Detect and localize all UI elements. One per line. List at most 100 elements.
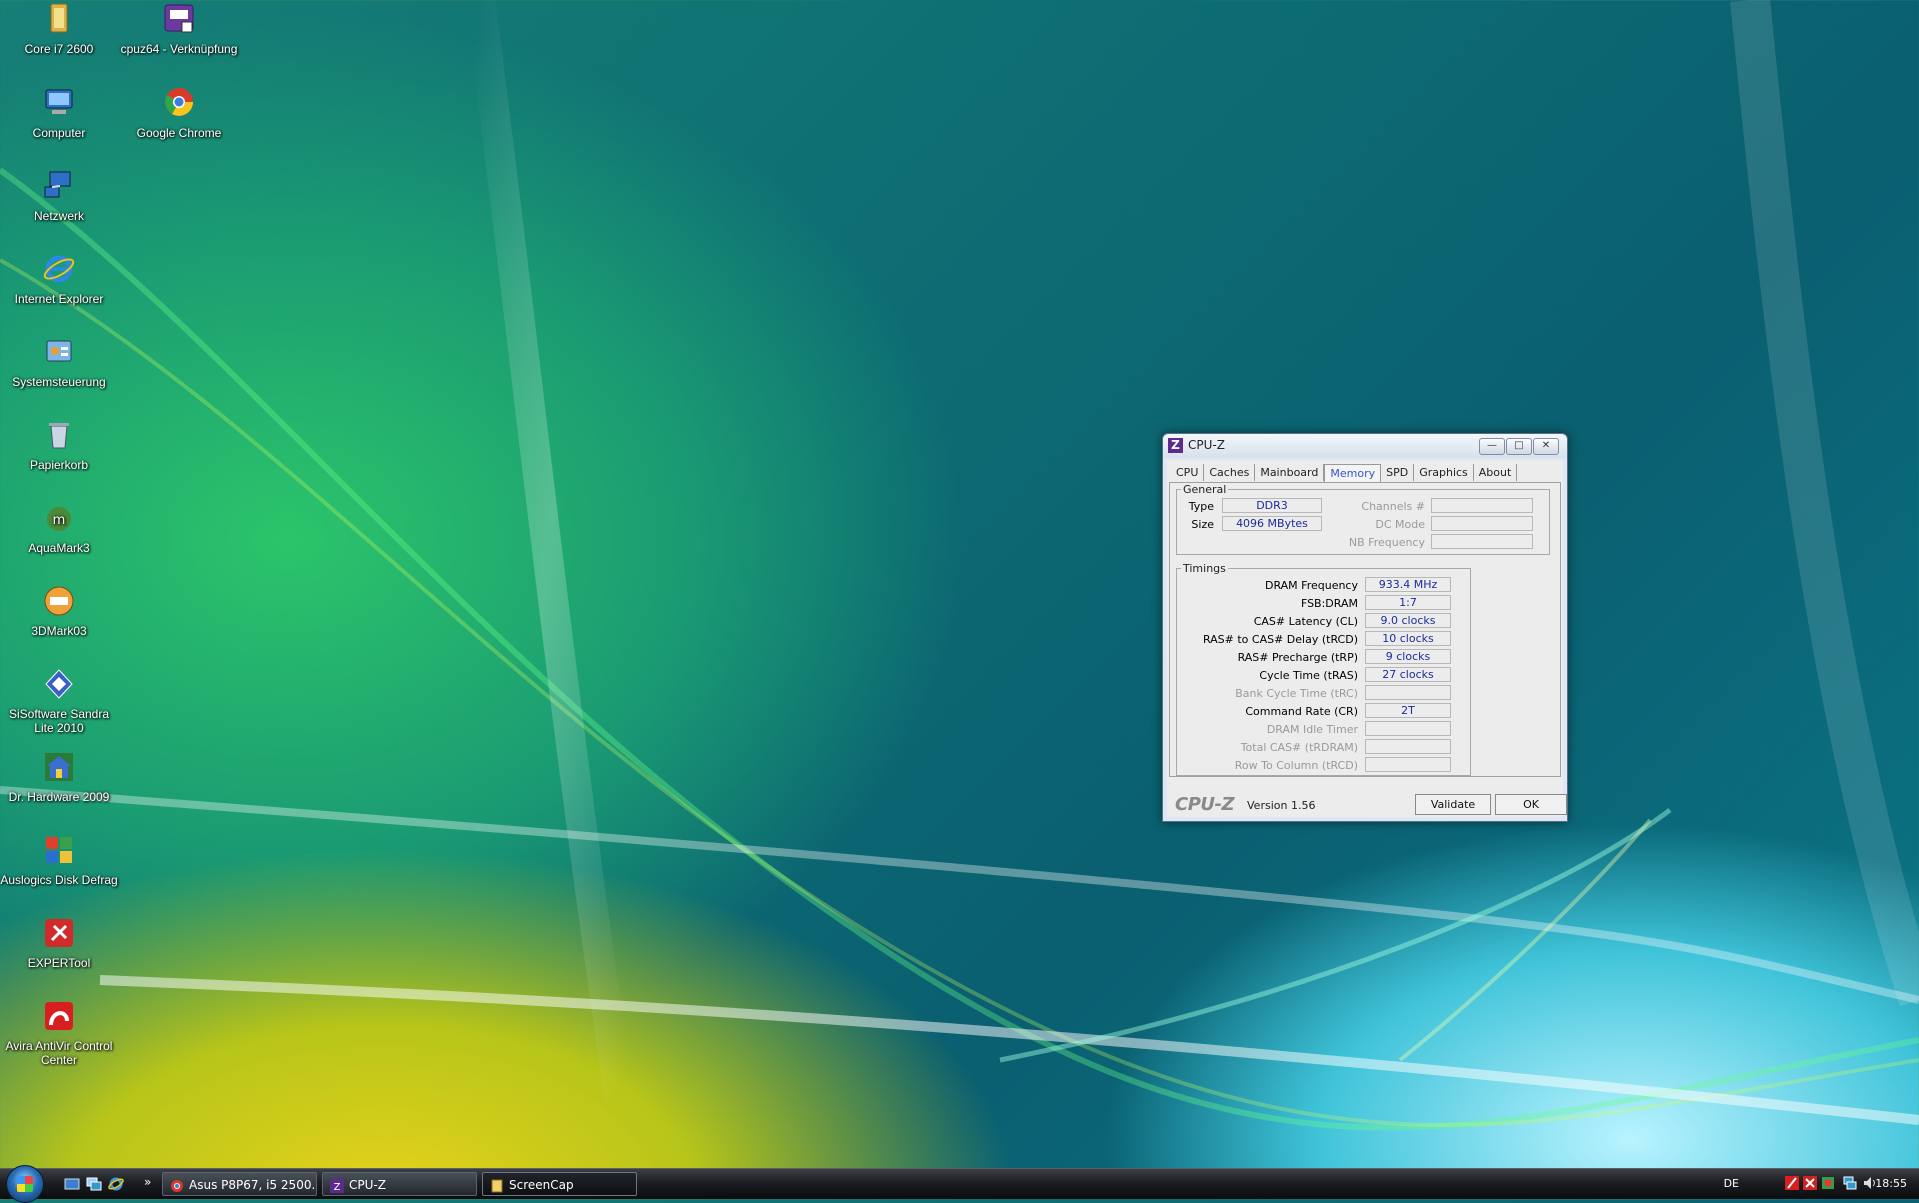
dc-mode-value	[1431, 516, 1533, 531]
desktop-icon-aquamark3[interactable]: m AquaMark3	[0, 501, 118, 555]
desktop-icon-label: Google Chrome	[136, 126, 222, 140]
taskbar-item-label: Asus P8P67, i5 2500...	[189, 1178, 317, 1192]
maximize-icon: □	[1514, 440, 1524, 451]
channels-label: Channels #	[1361, 500, 1425, 513]
desktop-icon-3dmark03[interactable]: 3DMark03	[0, 584, 118, 638]
timing-value-row-to-column	[1365, 757, 1451, 772]
desktop-icon-computer[interactable]: Computer	[0, 86, 118, 140]
desktop-icon-netzwerk[interactable]: Netzwerk	[0, 169, 118, 223]
taskbar: » Asus P8P67, i5 2500... Z CPU-Z ScreenC…	[0, 1165, 1919, 1203]
tab-graphics[interactable]: Graphics	[1414, 464, 1474, 481]
ok-button[interactable]: OK	[1495, 794, 1567, 815]
desktop-icon-internet-explorer[interactable]: Internet Explorer	[0, 252, 118, 306]
desktop-icon-sisoftware-sandra[interactable]: SiSoftware Sandra Lite 2010	[0, 667, 118, 735]
cpuz-app-icon: Z	[1168, 438, 1183, 453]
timing-label-bank-cycle: Bank Cycle Time (tRC)	[1235, 687, 1358, 700]
title-bar[interactable]: Z CPU-Z — □ ✕	[1163, 434, 1567, 458]
timings-legend: Timings	[1183, 562, 1226, 575]
tab-mainboard[interactable]: Mainboard	[1255, 464, 1325, 481]
version-text: Version 1.56	[1247, 799, 1316, 812]
timing-value-cas-latency: 9.0 clocks	[1365, 613, 1451, 628]
control-panel-icon	[42, 335, 76, 369]
minimize-icon: —	[1487, 440, 1497, 451]
timing-value-ras-precharge: 9 clocks	[1365, 649, 1451, 664]
timing-value-bank-cycle	[1365, 685, 1451, 700]
taskbar-item-chrome[interactable]: Asus P8P67, i5 2500...	[162, 1172, 317, 1196]
taskbar-item-label: CPU-Z	[349, 1178, 386, 1192]
cpuz-window[interactable]: Z CPU-Z — □ ✕ CPU Caches Mainboard Memor…	[1162, 433, 1568, 822]
recycle-bin-icon	[42, 418, 76, 452]
chevron-more-icon[interactable]: »	[144, 1175, 160, 1191]
timing-label-cycle-time: Cycle Time (tRAS)	[1259, 669, 1358, 682]
folder-icon	[42, 2, 76, 36]
tab-caches[interactable]: Caches	[1204, 464, 1256, 481]
clock[interactable]: 18:55	[1875, 1177, 1907, 1190]
tab-about[interactable]: About	[1473, 464, 1518, 481]
size-value: 4096 MBytes	[1222, 516, 1322, 531]
tab-bar: CPU Caches Mainboard Memory SPD Graphics…	[1171, 464, 1518, 482]
start-button[interactable]	[6, 1165, 44, 1203]
desktop-icon-label: Systemsteuerung	[12, 375, 106, 389]
desktop-icon-label: SiSoftware Sandra Lite 2010	[8, 707, 110, 735]
folder-icon	[490, 1177, 504, 1193]
timing-label-dram-idle-timer: DRAM Idle Timer	[1266, 723, 1358, 736]
svg-text:Z: Z	[334, 1182, 341, 1193]
tab-memory[interactable]: Memory	[1324, 464, 1382, 482]
desktop-icon-dr-hardware[interactable]: Dr. Hardware 2009	[0, 750, 118, 804]
minimize-button[interactable]: —	[1479, 438, 1505, 455]
timing-value-cycle-time: 27 clocks	[1365, 667, 1451, 682]
taskbar-item-label: ScreenCap	[509, 1178, 574, 1192]
desktop-icon-systemsteuerung[interactable]: Systemsteuerung	[0, 335, 118, 389]
desktop-icon-cpuz64[interactable]: cpuz64 - Verknüpfung	[120, 2, 238, 56]
svg-text:m: m	[53, 513, 66, 528]
desktop-icon-expertool[interactable]: EXPERTool	[0, 916, 118, 970]
window-client: CPU Caches Mainboard Memory SPD Graphics…	[1167, 460, 1567, 817]
dc-mode-label: DC Mode	[1375, 518, 1425, 531]
taskbar-item-screencap[interactable]: ScreenCap	[482, 1172, 637, 1196]
cpuz-shortcut-icon	[162, 2, 196, 36]
desktop-icon-google-chrome[interactable]: Google Chrome	[120, 86, 238, 140]
nb-frequency-value	[1431, 534, 1533, 549]
close-icon: ✕	[1541, 440, 1551, 451]
general-legend: General	[1183, 483, 1227, 496]
chrome-icon	[162, 86, 196, 120]
desktop-icon-label: EXPERTool	[27, 956, 91, 970]
chrome-icon	[170, 1177, 184, 1192]
tab-spd[interactable]: SPD	[1381, 464, 1415, 481]
window-title: CPU-Z	[1188, 438, 1225, 452]
type-value: DDR3	[1222, 498, 1322, 513]
timing-value-dram-idle-timer	[1365, 721, 1451, 736]
timing-label-total-cas: Total CAS# (tRDRAM)	[1240, 741, 1358, 754]
language-indicator[interactable]: DE	[1724, 1177, 1739, 1190]
expertool-tray-icon[interactable]	[1803, 1176, 1817, 1190]
tab-cpu[interactable]: CPU	[1171, 464, 1205, 481]
desktop-icon-label: Dr. Hardware 2009	[8, 790, 110, 804]
desktop-icon-papierkorb[interactable]: Papierkorb	[0, 418, 118, 472]
timing-label-dram-frequency: DRAM Frequency	[1264, 579, 1358, 592]
maximize-button[interactable]: □	[1506, 438, 1532, 455]
network-tray-icon[interactable]	[1843, 1176, 1857, 1190]
desktop-icon-label: AquaMark3	[28, 541, 90, 555]
avira-tray-icon[interactable]	[1785, 1176, 1799, 1190]
close-button[interactable]: ✕	[1533, 438, 1559, 455]
update-tray-icon[interactable]	[1821, 1176, 1835, 1190]
desktop-icon-core-i7-2600[interactable]: Core i7 2600	[0, 2, 118, 56]
timing-value-ras-to-cas: 10 clocks	[1365, 631, 1451, 646]
switch-windows-icon[interactable]	[86, 1176, 102, 1192]
desktop-icon-label: Papierkorb	[29, 458, 89, 472]
ie-icon	[42, 252, 76, 286]
channels-value	[1431, 498, 1533, 513]
desktop-icon-auslogics[interactable]: Auslogics Disk Defrag	[0, 833, 118, 887]
desktop-icon-label: cpuz64 - Verknüpfung	[120, 42, 238, 56]
desktop-icon-avira[interactable]: Avira AntiVir Control Center	[0, 999, 118, 1067]
nb-frequency-label: NB Frequency	[1348, 536, 1425, 549]
memory-panel: General Type DDR3 Size 4096 MBytes Chann…	[1169, 482, 1561, 777]
taskbar-item-cpuz[interactable]: Z CPU-Z	[322, 1172, 477, 1196]
timing-label-ras-to-cas: RAS# to CAS# Delay (tRCD)	[1202, 633, 1358, 646]
show-desktop-icon[interactable]	[64, 1176, 80, 1192]
timing-label-ras-precharge: RAS# Precharge (tRP)	[1237, 651, 1358, 664]
ie-quicklaunch-icon[interactable]	[108, 1176, 124, 1192]
desktop-icon-label: Internet Explorer	[14, 292, 104, 306]
validate-button[interactable]: Validate	[1415, 794, 1491, 815]
aquamark-icon: m	[42, 501, 76, 535]
